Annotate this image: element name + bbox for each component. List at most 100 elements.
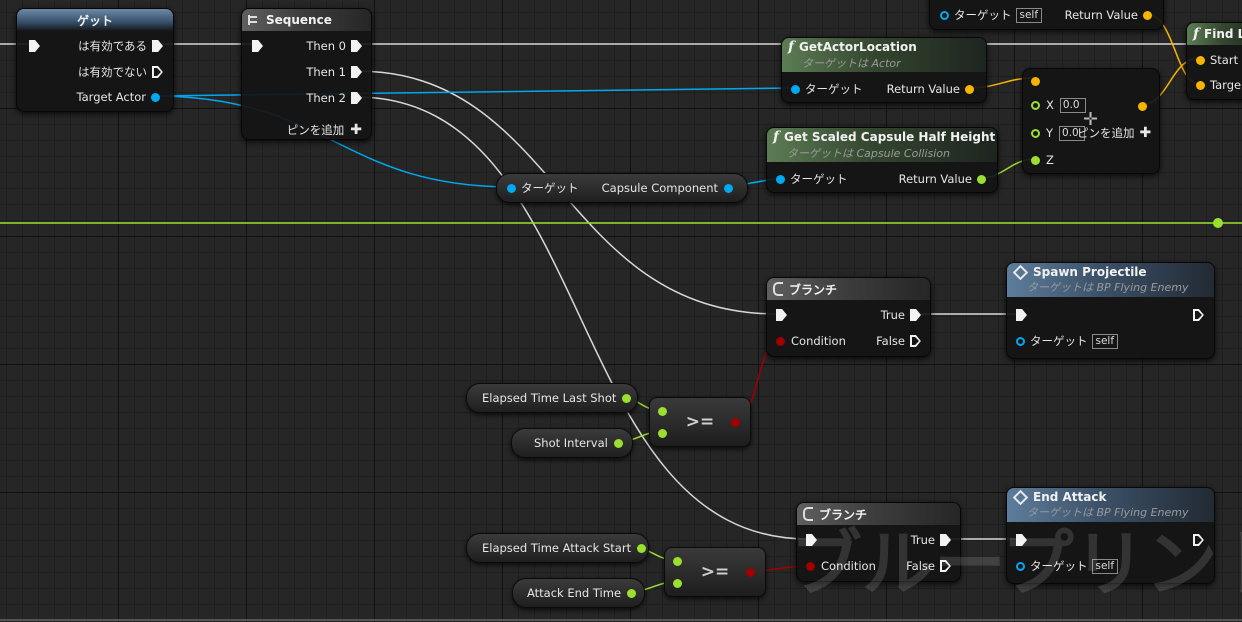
spawn-exec-out-pin[interactable] xyxy=(1193,309,1204,321)
z-pin[interactable] xyxy=(1031,155,1040,165)
then1-pin[interactable] xyxy=(351,66,362,78)
capsule-half-height-subtitle: ターゲットは Capsule Collision xyxy=(787,147,950,160)
elapsed-last-shot-pin[interactable] xyxy=(622,393,632,403)
chh-return-pin[interactable] xyxy=(977,174,986,184)
sequence-header: Sequence xyxy=(242,9,371,31)
spawn-self-field[interactable]: self xyxy=(1091,333,1119,349)
branch1-condition-pin[interactable] xyxy=(776,336,785,346)
gal-target-label: ターゲット xyxy=(805,82,863,96)
make-vector-out-pin[interactable] xyxy=(1138,101,1147,111)
branch1-true-label: True xyxy=(880,308,905,322)
find-target-pin[interactable] xyxy=(1196,80,1205,90)
branch2-condition-pin[interactable] xyxy=(806,561,815,571)
spawn-exec-in-pin[interactable] xyxy=(1016,309,1027,321)
compare1-b-pin[interactable] xyxy=(658,429,667,438)
elapsed-time-attack-start-getter[interactable]: Elapsed Time Attack Start xyxy=(466,533,649,563)
branch-icon xyxy=(803,507,813,521)
attack-end-time-pin[interactable] xyxy=(627,588,637,598)
target-actor-row: Target Actor xyxy=(77,89,160,105)
chh-target-row: ターゲット xyxy=(776,171,848,187)
end-attack-exec-in-row xyxy=(1016,532,1027,548)
compare1-out-pin[interactable] xyxy=(731,418,740,427)
branch1-true-pin[interactable] xyxy=(910,309,921,321)
branch2-false-pin[interactable] xyxy=(940,560,951,572)
top-return-pin[interactable] xyxy=(1143,10,1152,20)
find-node[interactable]: f Find L Start Targe xyxy=(1186,22,1242,100)
find-start-label: Start xyxy=(1210,53,1239,67)
shot-interval-getter[interactable]: Shot Interval xyxy=(511,428,633,458)
branch2-true-pin[interactable] xyxy=(940,534,951,546)
top-function-node[interactable]: ターゲット self Return Value xyxy=(929,0,1164,30)
spawn-target-pin[interactable] xyxy=(1016,336,1025,346)
sequence-add-pin-button[interactable]: ピンを追加 ✚ xyxy=(287,122,362,138)
sequence-title: Sequence xyxy=(266,13,332,27)
end-attack-exec-out-pin[interactable] xyxy=(1193,534,1204,546)
top-target-pin[interactable] xyxy=(940,10,949,20)
greater-equal-node-2[interactable]: >= xyxy=(664,547,766,597)
exec-in-pin[interactable] xyxy=(29,40,40,52)
compare1-a-pin[interactable] xyxy=(658,407,667,416)
target-actor-pin[interactable] xyxy=(151,92,160,102)
spawn-target-row: ターゲット self xyxy=(1016,333,1119,349)
capsule-half-height-title: Get Scaled Capsule Half Height xyxy=(784,130,996,144)
capsule-output-pin[interactable] xyxy=(724,183,733,193)
make-vector-node[interactable]: X 0.0 Y 0.0 ピンを追加 ✚ Z ✛ xyxy=(1022,68,1160,174)
find-start-pin[interactable] xyxy=(1196,55,1205,65)
x-label: X xyxy=(1046,98,1054,112)
compare2-b-pin[interactable] xyxy=(673,579,682,588)
elapsed-time-last-shot-getter[interactable]: Elapsed Time Last Shot xyxy=(466,383,638,413)
validated-get-node[interactable]: ゲット は有効である は有効でない Target Actor xyxy=(16,8,174,112)
get-actor-location-header: f GetActorLocation ターゲットは Actor xyxy=(782,38,986,72)
end-attack-exec-in-pin[interactable] xyxy=(1016,534,1027,546)
end-attack-subtitle: ターゲットは BP Flying Enemy xyxy=(1027,506,1189,519)
greater-equal-node-1[interactable]: >= xyxy=(649,397,751,447)
sequence-node[interactable]: Sequence Then 0 Then 1 Then 2 ピンを追加 ✚ xyxy=(241,8,372,140)
chh-target-pin[interactable] xyxy=(776,174,785,184)
event-function-icon xyxy=(1012,264,1029,280)
gal-return-pin[interactable] xyxy=(965,84,974,94)
top-target-label: ターゲット xyxy=(954,8,1012,22)
sequence-exec-in-row xyxy=(252,38,263,54)
capsule-component-getter[interactable]: ターゲット Capsule Component xyxy=(496,173,748,203)
branch2-exec-in-pin[interactable] xyxy=(806,534,817,546)
sequence-icon xyxy=(248,15,260,25)
shot-interval-pin[interactable] xyxy=(613,438,623,448)
end-attack-node[interactable]: End Attack ターゲットは BP Flying Enemy ターゲット … xyxy=(1006,487,1215,584)
then2-pin[interactable] xyxy=(351,92,362,104)
x-input[interactable]: 0.0 xyxy=(1059,97,1086,113)
gal-target-pin[interactable] xyxy=(791,84,800,94)
capsule-half-height-node[interactable]: f Get Scaled Capsule Half Height ターゲットは … xyxy=(766,127,998,193)
compare2-a-pin[interactable] xyxy=(673,557,682,566)
top-self-field[interactable]: self xyxy=(1015,7,1043,23)
elapsed-attack-start-pin[interactable] xyxy=(637,543,647,553)
compare2-out-pin[interactable] xyxy=(746,568,755,577)
is-not-valid-pin[interactable] xyxy=(152,66,163,78)
end-attack-target-pin[interactable] xyxy=(1016,561,1025,571)
branch2-true-row: True xyxy=(911,532,951,548)
then0-row: Then 0 xyxy=(306,38,362,54)
end-attack-title: End Attack xyxy=(1033,490,1107,504)
y-pin[interactable] xyxy=(1031,128,1040,138)
blueprint-graph-canvas[interactable]: ゲット は有効である は有効でない Target Actor Sequence … xyxy=(0,0,1242,622)
make-vector-in-pin[interactable] xyxy=(1031,76,1040,86)
compare2-operator: >= xyxy=(700,562,730,582)
branch-node-2[interactable]: ブランチ True Condition False xyxy=(796,502,961,582)
reroute-knot[interactable] xyxy=(1213,218,1223,228)
spawn-projectile-node[interactable]: Spawn Projectile ターゲットは BP Flying Enemy … xyxy=(1006,262,1215,359)
capsule-target-pin[interactable] xyxy=(507,183,516,193)
branch1-false-pin[interactable] xyxy=(910,335,921,347)
x-row: X 0.0 xyxy=(1031,97,1086,113)
end-attack-self-field[interactable]: self xyxy=(1091,558,1119,574)
x-pin[interactable] xyxy=(1031,100,1040,110)
spawn-projectile-title: Spawn Projectile xyxy=(1033,265,1147,279)
then0-pin[interactable] xyxy=(351,40,362,52)
branch1-exec-in-pin[interactable] xyxy=(776,309,787,321)
is-valid-pin[interactable] xyxy=(152,40,163,52)
get-actor-location-node[interactable]: f GetActorLocation ターゲットは Actor ターゲット Re… xyxy=(781,37,987,103)
sequence-exec-in-pin[interactable] xyxy=(252,40,263,52)
attack-end-time-label: Attack End Time xyxy=(527,586,622,600)
branch-icon xyxy=(773,282,783,296)
branch-node-1[interactable]: ブランチ True Condition False xyxy=(766,277,931,357)
attack-end-time-getter[interactable]: Attack End Time xyxy=(512,578,645,608)
find-target-label: Targe xyxy=(1210,78,1242,92)
